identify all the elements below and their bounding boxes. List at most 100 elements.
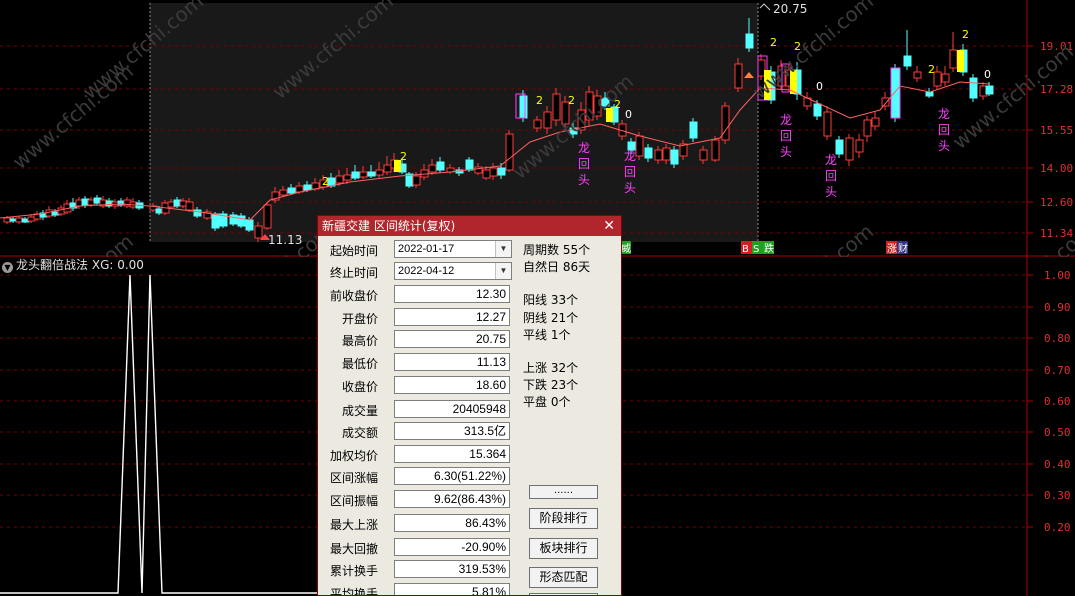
candle-body — [519, 95, 528, 119]
high-marker — [759, 3, 771, 11]
stage-ranking-button[interactable]: 阶段排行 — [529, 508, 598, 529]
dialog-titlebar[interactable]: 新疆交建 区间统计(复权) ✕ — [318, 216, 621, 236]
signal-number-label: 2 — [568, 94, 575, 107]
candle-body — [287, 187, 296, 194]
close-icon[interactable]: ✕ — [603, 216, 615, 236]
event-marker-label: S — [753, 244, 759, 255]
candle-body — [734, 63, 743, 89]
candle-body — [533, 119, 542, 129]
weighted-avg-field[interactable]: 15.364 — [394, 445, 510, 463]
candle-body — [689, 121, 698, 139]
field-label: 累计换手 — [329, 564, 378, 578]
candle — [845, 134, 854, 166]
candle-body — [903, 55, 912, 67]
field-label: 最大回撤 — [329, 542, 378, 556]
candle — [835, 136, 844, 158]
open-field[interactable]: 12.27 — [394, 308, 510, 326]
dragon-head-label: 头 — [938, 139, 950, 153]
candle-body — [489, 167, 498, 177]
candle-body — [969, 77, 978, 99]
prev-close-field[interactable]: 12.30 — [394, 285, 510, 303]
stat-up-candles: 阳线 33个 — [523, 293, 579, 307]
candle — [689, 118, 698, 142]
high-row: 最高价 20.75 — [318, 329, 518, 350]
pattern-match-button[interactable]: 形态匹配 — [529, 567, 598, 588]
field-label: 成交额 — [341, 426, 378, 440]
chevron-down-icon[interactable]: ▼ — [495, 241, 511, 257]
candle — [913, 66, 922, 82]
chevron-down-icon[interactable]: ▼ — [495, 263, 511, 279]
volume-field[interactable]: 20405948 — [394, 400, 510, 418]
amplitude-field[interactable]: 9.62(86.43%) — [394, 490, 510, 508]
candle — [933, 66, 942, 90]
amount-field[interactable]: 313.5亿 — [394, 422, 510, 440]
more-button[interactable]: ...... — [529, 485, 598, 499]
close-field[interactable]: 18.60 — [394, 376, 510, 394]
field-label: 平均换手 — [329, 587, 378, 596]
dragon-head-label: 回 — [825, 169, 837, 183]
price-tick-label: 12.60 — [1040, 196, 1073, 209]
indicator-tick-label: 0.40 — [1044, 458, 1071, 471]
field-label: 终止时间 — [329, 266, 378, 280]
max-drawdown-field[interactable]: -20.90% — [394, 538, 510, 556]
candle — [949, 32, 958, 72]
indicator-tick-label: 0.50 — [1044, 426, 1071, 439]
candle-body — [845, 137, 854, 161]
cum-turnover-row: 累计换手 319.53% — [318, 559, 518, 580]
candle-body — [863, 119, 872, 137]
candle — [721, 102, 730, 144]
high-field[interactable]: 20.75 — [394, 330, 510, 348]
amplitude-row: 区间振幅 9.62(86.43%) — [318, 489, 518, 510]
watermark: www.cfchi.com — [748, 0, 878, 104]
stat-fall-days: 下跌 23个 — [523, 378, 579, 392]
stat-rise-days: 上涨 32个 — [523, 361, 579, 375]
candle-body — [303, 184, 312, 191]
volume-row: 成交量 20405948 — [318, 399, 518, 420]
candle-body — [497, 167, 506, 176]
dragon-head-label: 头 — [624, 181, 636, 195]
sector-ranking-button[interactable]: 板块排行 — [529, 538, 598, 559]
low-field[interactable]: 11.13 — [394, 353, 510, 371]
weighted-avg-row: 加权均价 15.364 — [318, 444, 518, 465]
avg-turnover-field[interactable]: 5.81% — [394, 583, 510, 595]
candle-body — [211, 213, 220, 229]
indicator-menu-icon[interactable]: ▼ — [2, 262, 13, 273]
candle-body — [813, 103, 822, 117]
field-label: 区间涨幅 — [329, 471, 378, 485]
candle-body — [670, 149, 679, 165]
indicator-name[interactable]: 龙头翻倍战法 — [16, 258, 88, 272]
dragon-head-label: 龙 — [624, 149, 636, 163]
candle — [855, 134, 864, 158]
candle-body — [552, 93, 561, 121]
field-label: 加权均价 — [329, 449, 378, 463]
cum-turnover-field[interactable]: 319.53% — [394, 560, 510, 578]
candle-body — [279, 189, 288, 196]
max-rise-field[interactable]: 86.43% — [394, 514, 510, 532]
candle-body — [375, 169, 384, 176]
candle-body — [412, 175, 421, 186]
stock-chart-window: 19.01 17.28 15.55 14.00 12.60 11.34 20.75 11.13… — [0, 0, 1075, 596]
dragon-head-label: 回 — [624, 165, 636, 179]
dragon-head-label: 回 — [578, 157, 590, 171]
end-time-row: 终止时间 2022-04-12 ▼ — [318, 261, 518, 282]
stat-natural-days: 自然日 86天 — [523, 260, 591, 274]
stat-flat-candles: 平线 1个 — [523, 328, 571, 342]
candle-body — [482, 169, 491, 179]
candle — [219, 211, 228, 228]
price-tick-label: 15.55 — [1040, 124, 1073, 137]
end-date-picker[interactable]: 2022-04-12 ▼ — [394, 262, 512, 280]
start-date-picker[interactable]: 2022-01-17 ▼ — [394, 240, 512, 258]
dragon-head-label: 回 — [780, 129, 792, 143]
max-drawdown-row: 最大回撤 -20.90% — [318, 537, 518, 558]
range-change-row: 区间涨幅 6.30(51.22%) — [318, 466, 518, 487]
signal-number-label: 0 — [816, 80, 823, 93]
range-change-field[interactable]: 6.30(51.22%) — [394, 467, 510, 485]
candle-body — [941, 73, 950, 83]
close-row: 收盘价 18.60 — [318, 375, 518, 396]
max-rise-row: 最大上涨 86.43% — [318, 513, 518, 534]
interval-statistics-dialog: 新疆交建 区间统计(复权) ✕ 起始时间 2022-01-17 ▼ 终止时间 2022… — [317, 215, 622, 596]
selected-interval-region — [150, 3, 758, 242]
candle-body — [351, 171, 360, 179]
candle-body — [699, 149, 708, 161]
amount-row: 成交额 313.5亿 — [318, 421, 518, 442]
